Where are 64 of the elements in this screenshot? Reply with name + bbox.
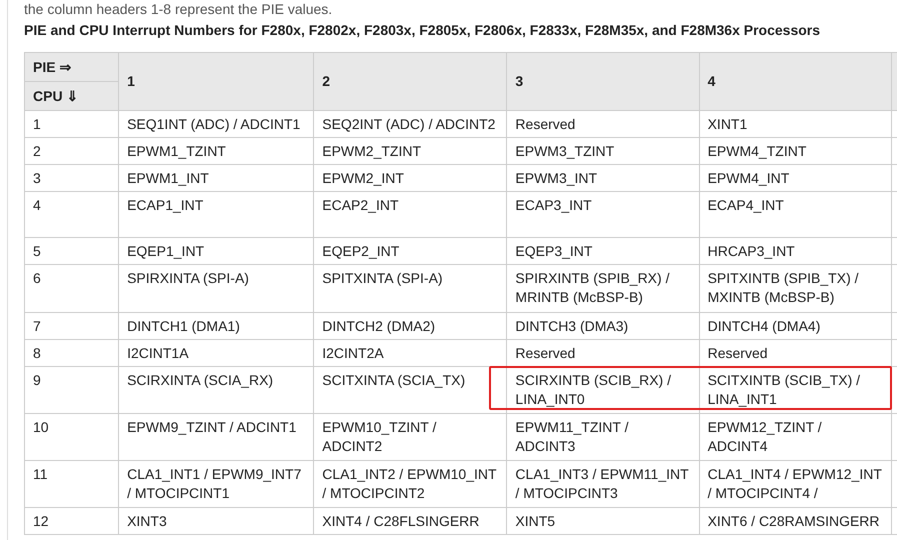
table-cell: EPWM2_TZINT bbox=[314, 138, 507, 164]
table-cell: HRCAP3_INT bbox=[699, 238, 892, 264]
table-cell: I2CINT1A bbox=[118, 340, 314, 366]
table-cell: 10 bbox=[24, 414, 119, 460]
table-cell: EQEP3_INT bbox=[506, 238, 700, 264]
table-cell: CLA1_INT2 / EPWM10_INT / MTOCIPCINT2 bbox=[314, 460, 507, 508]
table-cell: SCIRXINTA (SCIA_RX) bbox=[118, 366, 314, 414]
header-cell: PIE ⇒ bbox=[24, 52, 119, 82]
table-cell: EPWM11_TZINT / ADCINT3 bbox=[506, 414, 700, 460]
table-cell: 8 bbox=[24, 340, 119, 366]
table-cell: 12 bbox=[24, 508, 119, 534]
table-cell: Reserved bbox=[506, 110, 700, 138]
table-cell: SPIRXINTB (SPIB_RX) / MRINTB (McBSP-B) bbox=[506, 264, 700, 312]
table-cell: SPITXINTB (SPIB_TX) / MXINTB (McBSP-B) bbox=[699, 264, 892, 312]
table-cell: ECAP4_INT bbox=[699, 192, 892, 238]
header-cell: 4 bbox=[699, 52, 892, 110]
table-cell: SEQ1INT (ADC) / ADCINT1 bbox=[118, 110, 314, 138]
table-cell: XINT6 / C28RAMSINGERR bbox=[699, 508, 892, 534]
table-cell: XINT4 / C28FLSINGERR bbox=[314, 508, 507, 534]
table-cell: EPWM3_INT bbox=[506, 164, 700, 192]
table-cell: 9 bbox=[24, 366, 119, 414]
table-cell: 7 bbox=[24, 312, 119, 340]
header-cell: 3 bbox=[506, 52, 700, 110]
table-cell: EQEP1_INT bbox=[118, 238, 314, 264]
table-cell: 4 bbox=[24, 192, 119, 238]
header-cell: 1 bbox=[118, 52, 314, 110]
table-title: PIE and CPU Interrupt Numbers for F280x, F2802x, F2803x, F2805x, F2806x, F2833x, F28M35x, and F28M36x Processors bbox=[24, 21, 822, 40]
table-cell: 11 bbox=[24, 460, 119, 508]
table-cell: EPWM1_TZINT bbox=[118, 138, 314, 164]
table-cell: SPIRXINTA (SPI-A) bbox=[118, 264, 314, 312]
table-cell: ECAP3_INT bbox=[506, 192, 700, 238]
table-cell: EPWM4_TZINT bbox=[699, 138, 892, 164]
table-cell: EPWM2_INT bbox=[314, 164, 507, 192]
table-cell: EPWM9_TZINT / ADCINT1 bbox=[118, 414, 314, 460]
table-cell: ECAP2_INT bbox=[314, 192, 507, 238]
header-cell: CPU ⇓ bbox=[24, 82, 119, 110]
table-cell: XINT3 bbox=[118, 508, 314, 534]
table-cell: EPWM12_TZINT / ADCINT4 bbox=[699, 414, 892, 460]
table-cell: EPWM3_TZINT bbox=[506, 138, 700, 164]
table-cell: EPWM1_INT bbox=[118, 164, 314, 192]
table-cell: EQEP2_INT bbox=[314, 238, 507, 264]
table-cell: EPWM4_INT bbox=[699, 164, 892, 192]
table-cell: 3 bbox=[24, 164, 119, 192]
table-cell: DINTCH3 (DMA3) bbox=[506, 312, 700, 340]
table-cell: CLA1_INT3 / EPWM11_INT / MTOCIPCINT3 bbox=[506, 460, 700, 508]
table-cell: 6 bbox=[24, 264, 119, 312]
table-cell: DINTCH2 (DMA2) bbox=[314, 312, 507, 340]
table-cell: 1 bbox=[24, 110, 119, 138]
table-cell: DINTCH1 (DMA1) bbox=[118, 312, 314, 340]
table-cell: SCITXINTA (SCIA_TX) bbox=[314, 366, 507, 414]
table-cell: EPWM10_TZINT / ADCINT2 bbox=[314, 414, 507, 460]
table-cell: XINT5 bbox=[506, 508, 700, 534]
table-cell: CLA1_INT1 / EPWM9_INT7 / MTOCIPCINT1 bbox=[118, 460, 314, 508]
table-cell: I2CINT2A bbox=[314, 340, 507, 366]
table-cell: 5 bbox=[24, 238, 119, 264]
table-cell: DINTCH4 (DMA4) bbox=[699, 312, 892, 340]
table-cell: ECAP1_INT bbox=[118, 192, 314, 238]
intro-text: the column headers 1-8 represent the PIE values. bbox=[24, 0, 334, 18]
table-cell: SPITXINTA (SPI-A) bbox=[314, 264, 507, 312]
table-cell: CLA1_INT4 / EPWM12_INT / MTOCIPCINT4 / bbox=[699, 460, 892, 508]
table-cell: 2 bbox=[24, 138, 119, 164]
header-cell: 2 bbox=[314, 52, 507, 110]
table-cell: SEQ2INT (ADC) / ADCINT2 bbox=[314, 110, 507, 138]
table-cell: XINT1 bbox=[699, 110, 892, 138]
